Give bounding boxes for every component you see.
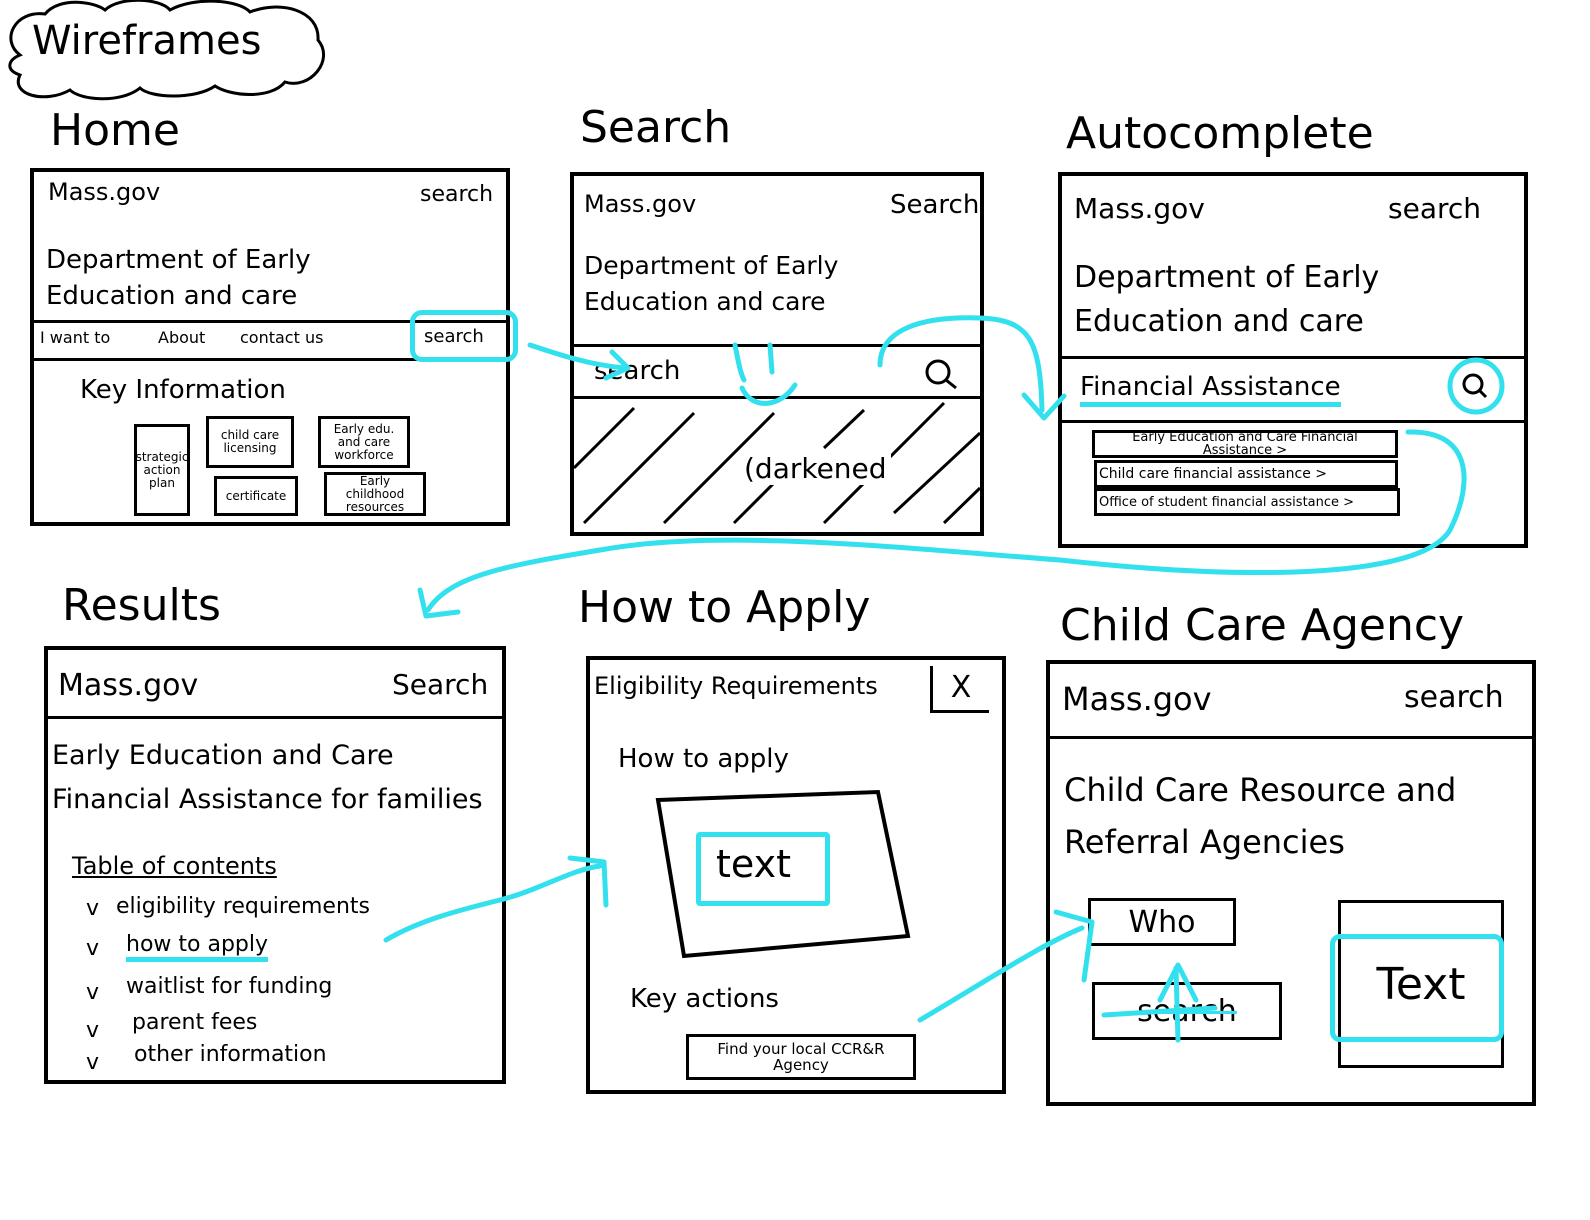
autocomplete-dept-title: Department of Early Education and care xyxy=(1074,260,1380,339)
card-early-childhood[interactable]: Early childhood resources xyxy=(324,472,426,516)
toc-title: Table of contents xyxy=(72,852,277,880)
find-agency-button[interactable]: Find your local CCR&R Agency xyxy=(686,1034,916,1080)
toc-item[interactable]: other information xyxy=(134,1042,327,1067)
home-dept-title: Department of Early Education and care xyxy=(46,245,311,311)
key-info-heading: Key Information xyxy=(80,375,286,405)
apply-subtitle: How to apply xyxy=(618,744,789,774)
nav-about[interactable]: About xyxy=(158,328,205,347)
search-dept-title: Department of Early Education and care xyxy=(584,251,839,316)
autocomplete-search-link[interactable]: search xyxy=(1388,192,1481,225)
toc-item[interactable]: eligibility requirements xyxy=(116,894,370,919)
apply-title: How to Apply xyxy=(578,582,871,633)
darkened-label: (darkened xyxy=(740,452,891,485)
toc-item[interactable]: waitlist for funding xyxy=(126,974,332,999)
agency-search-link[interactable]: search xyxy=(1404,680,1504,715)
magnifier-icon[interactable] xyxy=(1446,356,1506,416)
wireframes-title: Wireframes xyxy=(32,18,262,64)
home-site-logo[interactable]: Mass.gov xyxy=(48,178,160,206)
toc-check-icon: v xyxy=(86,936,100,961)
suggestion-item[interactable]: Child care financial assistance > xyxy=(1094,460,1398,488)
nav-i-want-to[interactable]: I want to xyxy=(40,328,110,347)
toc-item[interactable]: parent fees xyxy=(132,1010,257,1035)
card-certificate[interactable]: certificate xyxy=(214,476,298,516)
autocomplete-title: Autocomplete xyxy=(1066,108,1374,159)
search-input[interactable]: search xyxy=(594,356,680,386)
autocomplete-query[interactable]: Financial Assistance xyxy=(1080,372,1341,407)
results-heading: Early Education and Care Financial Assis… xyxy=(52,740,483,815)
card-licensing[interactable]: child care licensing xyxy=(206,416,294,468)
home-search-link[interactable]: search xyxy=(420,182,493,207)
nav-contact-us[interactable]: contact us xyxy=(240,328,323,347)
card-workforce[interactable]: Early edu. and care workforce xyxy=(318,416,410,468)
toc-check-icon: v xyxy=(86,896,100,921)
toc-item[interactable]: how to apply xyxy=(126,932,269,962)
agency-text-highlight xyxy=(1330,934,1504,1042)
results-title: Results xyxy=(62,580,221,631)
agency-heading: Child Care Resource and Referral Agencie… xyxy=(1064,771,1457,861)
results-site-logo[interactable]: Mass.gov xyxy=(58,668,198,703)
autocomplete-site-logo[interactable]: Mass.gov xyxy=(1074,192,1205,225)
agency-title: Child Care Agency xyxy=(1060,600,1465,651)
results-search-link[interactable]: Search xyxy=(392,668,488,701)
search-title: Search xyxy=(580,102,732,153)
suggestion-item[interactable]: Office of student financial assistance > xyxy=(1094,488,1400,516)
apply-text: text xyxy=(716,842,791,886)
magnifier-icon[interactable] xyxy=(922,356,962,392)
key-actions-heading: Key actions xyxy=(630,984,779,1014)
toc-check-icon: v xyxy=(86,980,100,1005)
apply-header: Eligibility Requirements xyxy=(594,672,878,700)
agency-site-logo[interactable]: Mass.gov xyxy=(1062,680,1212,718)
toc-check-icon: v xyxy=(86,1050,100,1075)
agency-search-box[interactable]: search xyxy=(1092,982,1282,1040)
toc-check-icon: v xyxy=(86,1018,100,1043)
suggestion-item[interactable]: Early Education and Care Financial Assis… xyxy=(1092,430,1398,458)
card-strategic-plan[interactable]: strategic action plan xyxy=(134,424,190,516)
search-search-link[interactable]: Search xyxy=(890,190,979,220)
close-icon[interactable]: X xyxy=(930,666,989,713)
nav-search-highlight xyxy=(410,310,518,362)
search-site-logo[interactable]: Mass.gov xyxy=(584,190,696,218)
who-box[interactable]: Who xyxy=(1088,898,1236,946)
home-title: Home xyxy=(50,105,180,156)
